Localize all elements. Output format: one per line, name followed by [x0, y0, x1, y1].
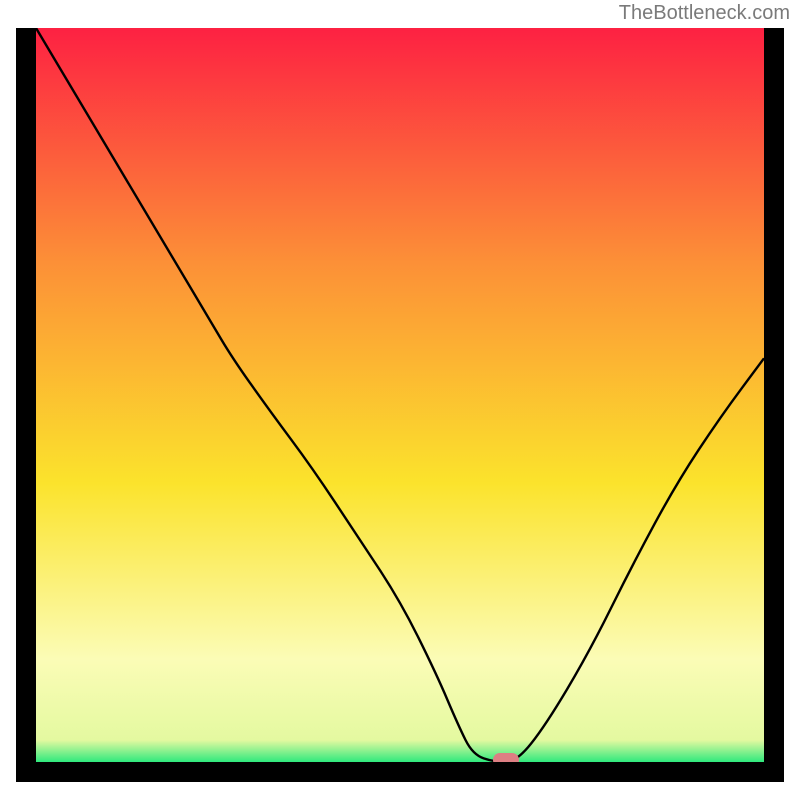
plot-area — [36, 28, 764, 762]
plot-frame — [16, 28, 784, 782]
watermark-text: TheBottleneck.com — [619, 2, 790, 25]
gradient-background — [36, 28, 764, 762]
chart-container: TheBottleneck.com — [0, 0, 800, 800]
optimum-marker — [493, 753, 519, 762]
chart-svg — [36, 28, 764, 762]
